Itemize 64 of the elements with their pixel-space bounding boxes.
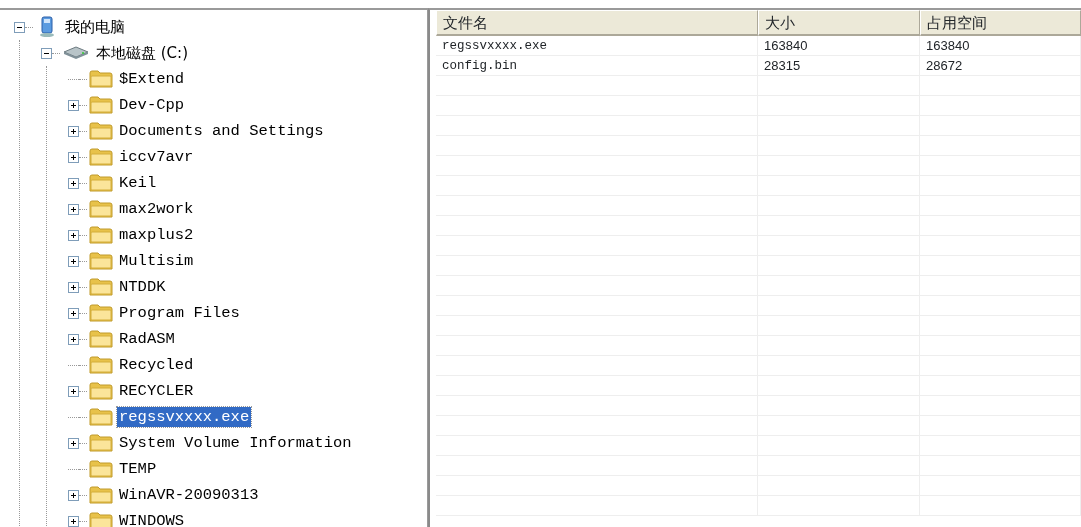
tree-item[interactable]: $Extend: [117, 69, 187, 89]
expand-button[interactable]: [68, 125, 79, 137]
tree-item[interactable]: Documents and Settings: [117, 121, 326, 141]
tree-item[interactable]: Keil: [117, 173, 159, 193]
tree-item[interactable]: Program Files: [117, 303, 242, 323]
folder-icon: [89, 251, 113, 271]
tree-item[interactable]: 本地磁盘 (C:): [94, 43, 190, 63]
column-header[interactable]: 占用空间: [920, 10, 1081, 36]
folder-icon: [89, 121, 113, 141]
collapse-button[interactable]: [14, 21, 25, 33]
tree-item[interactable]: regssvxxxx.exe: [117, 407, 252, 427]
tree-item[interactable]: WinAVR-20090313: [117, 485, 261, 505]
expand-button[interactable]: [68, 515, 79, 527]
folder-icon: [89, 199, 113, 219]
tree-item[interactable]: System Volume Information: [117, 433, 354, 453]
folder-icon: [89, 485, 113, 505]
expand-button[interactable]: [68, 99, 79, 111]
folder-icon: [89, 433, 113, 453]
expand-button[interactable]: [68, 307, 79, 319]
folder-icon: [89, 277, 113, 297]
expand-button[interactable]: [68, 281, 79, 293]
expand-button[interactable]: [68, 333, 79, 345]
tree-item[interactable]: Recycled: [117, 355, 196, 375]
tree-item[interactable]: TEMP: [117, 459, 159, 479]
folder-icon: [89, 355, 113, 375]
folder-icon: [89, 329, 113, 349]
folder-icon: [89, 173, 113, 193]
expand-button[interactable]: [68, 203, 79, 215]
tree-item[interactable]: RadASM: [117, 329, 177, 349]
column-header[interactable]: 文件名: [436, 10, 758, 36]
tree-item[interactable]: iccv7avr: [117, 147, 196, 167]
table-cell: config.bin: [436, 56, 758, 75]
collapse-button[interactable]: [41, 47, 52, 59]
tree-item[interactable]: Dev-Cpp: [117, 95, 187, 115]
tree-item[interactable]: 我的电脑: [63, 17, 127, 37]
tree-item[interactable]: NTDDK: [117, 277, 168, 297]
expand-button[interactable]: [68, 229, 79, 241]
table-cell: 163840: [920, 36, 1081, 55]
folder-icon: [89, 303, 113, 323]
tree-item[interactable]: max2work: [117, 199, 196, 219]
expand-button[interactable]: [68, 489, 79, 501]
folder-icon: [89, 225, 113, 245]
folder-icon: [89, 511, 113, 527]
tree-item[interactable]: WINDOWS: [117, 511, 187, 527]
table-cell: 28672: [920, 56, 1081, 75]
folder-icon: [89, 381, 113, 401]
folder-icon: [89, 147, 113, 167]
folder-icon: [89, 407, 113, 427]
expand-button[interactable]: [68, 177, 79, 189]
tree-item[interactable]: Multisim: [117, 251, 196, 271]
folder-icon: [89, 69, 113, 89]
expand-button[interactable]: [68, 255, 79, 267]
table-cell: 163840: [758, 36, 920, 55]
expand-button[interactable]: [68, 385, 79, 397]
table-cell: regssvxxxx.exe: [436, 36, 758, 55]
tree-item[interactable]: RECYCLER: [117, 381, 196, 401]
column-header[interactable]: 大小: [758, 10, 920, 36]
table-cell: 28315: [758, 56, 920, 75]
tree-item[interactable]: maxplus2: [117, 225, 196, 245]
folder-icon: [89, 95, 113, 115]
expand-button[interactable]: [68, 437, 79, 449]
drive-icon: [62, 46, 90, 60]
expand-button[interactable]: [68, 151, 79, 163]
folder-icon: [89, 459, 113, 479]
